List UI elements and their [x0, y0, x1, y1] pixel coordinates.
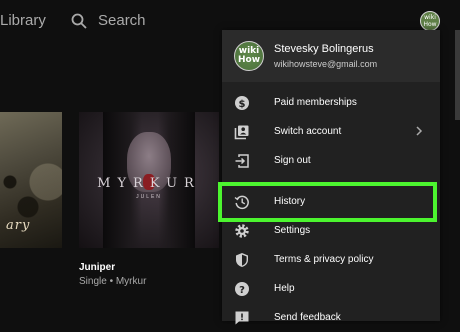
search-label[interactable]: Search: [98, 12, 146, 29]
menu-item-sign-out[interactable]: Sign out: [222, 147, 440, 175]
account-menu: wiki How Stevesky Bolingerus wikihowstev…: [222, 30, 440, 325]
album-tile-juniper[interactable]: MYRKUR JULEN: [79, 112, 219, 248]
dollar-icon: $: [235, 96, 249, 110]
gear-icon: [235, 224, 249, 238]
account-avatar: wiki How: [234, 41, 264, 71]
menu-item-send-feedback[interactable]: Send feedback: [222, 304, 440, 332]
menu-item-terms-privacy[interactable]: Terms & privacy policy: [222, 246, 440, 274]
account-name: Stevesky Bolingerus: [274, 43, 374, 55]
menu-item-label: Terms & privacy policy: [274, 254, 374, 265]
menu-item-label: Help: [274, 283, 295, 294]
shield-icon: [236, 253, 248, 267]
menu-item-label: Switch account: [274, 126, 342, 137]
menu-item-switch-account[interactable]: Switch account: [222, 118, 440, 146]
avatar-logo-text: wiki How: [423, 14, 437, 28]
help-icon: ?: [235, 282, 249, 296]
switch-account-icon: [234, 125, 249, 140]
svg-text:?: ?: [239, 285, 245, 296]
menu-item-label: Sign out: [274, 155, 311, 166]
scrollbar[interactable]: [455, 30, 460, 120]
sign-out-icon: [235, 154, 249, 168]
album-art-text: ary: [6, 218, 31, 233]
menu-item-label: Paid memberships: [274, 97, 357, 108]
album-art-subtitle: JULEN: [136, 194, 162, 200]
feedback-icon: [235, 311, 249, 325]
history-highlight-box: [218, 182, 437, 222]
account-avatar-text: wiki How: [237, 46, 261, 65]
album-art-band-name: MYRKUR: [97, 176, 201, 191]
album-subtitle: Single • Myrkur: [79, 276, 147, 287]
album-tile-left[interactable]: ary: [0, 112, 62, 248]
svg-text:$: $: [239, 99, 246, 110]
menu-item-label: Send feedback: [274, 312, 341, 323]
menu-item-label: Settings: [274, 225, 311, 236]
avatar[interactable]: wiki How: [420, 11, 440, 31]
chevron-right-icon: [416, 126, 423, 136]
search-icon[interactable]: [70, 12, 88, 30]
library-tab[interactable]: Library: [0, 12, 46, 29]
account-menu-header: wiki How Stevesky Bolingerus wikihowstev…: [222, 30, 440, 82]
menu-item-paid-memberships[interactable]: $ Paid memberships: [222, 89, 440, 117]
album-title[interactable]: Juniper: [79, 262, 115, 273]
menu-item-help[interactable]: ? Help: [222, 275, 440, 303]
account-email: wikihowsteve@gmail.com: [274, 59, 378, 69]
